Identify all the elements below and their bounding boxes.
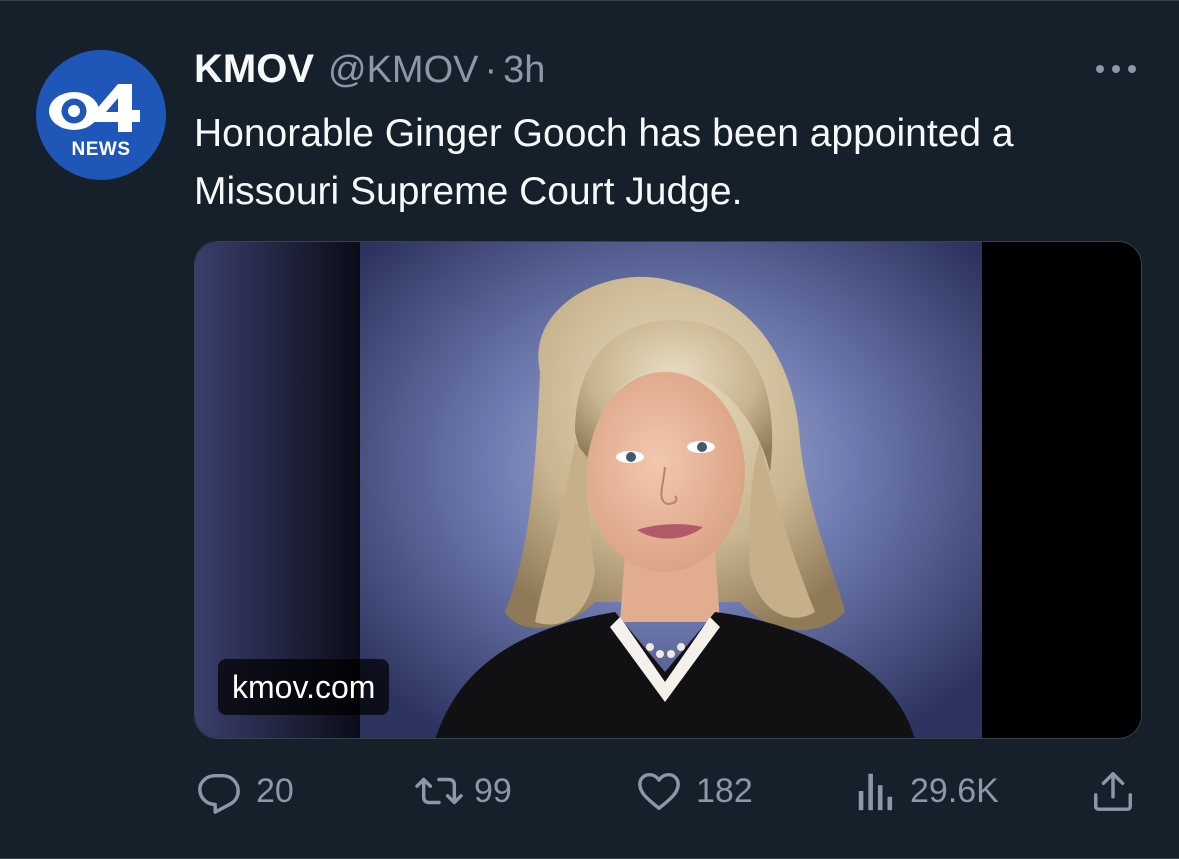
tweet-card[interactable]: NEWS KMOV @KMOV · 3h Honorable Ginger Go… (0, 0, 1179, 859)
avatar-caption: NEWS (71, 139, 131, 160)
like-button[interactable]: 182 (636, 761, 753, 821)
separator-dot: · (484, 49, 498, 91)
user-handle[interactable]: @KMOV (328, 49, 478, 92)
more-options-icon[interactable] (1092, 59, 1140, 79)
retweet-button[interactable]: 99 (414, 761, 512, 821)
tweet-header: KMOV @KMOV · 3h (194, 47, 545, 93)
timestamp[interactable]: 3h (503, 49, 545, 92)
views-button[interactable]: 29.6K (856, 761, 999, 821)
views-icon (856, 768, 896, 814)
tweet-text: Honorable Ginger Gooch has been appointe… (194, 112, 1014, 213)
avatar[interactable]: NEWS (36, 50, 166, 180)
link-domain-badge[interactable]: kmov.com (218, 659, 390, 715)
share-icon (1090, 768, 1136, 814)
like-count: 182 (696, 771, 753, 810)
action-bar: 20 99 182 29.6K (0, 761, 1179, 821)
share-button[interactable] (1090, 761, 1136, 821)
retweet-icon (414, 768, 464, 814)
reply-count: 20 (256, 771, 294, 810)
views-count: 29.6K (910, 771, 999, 810)
retweet-count: 99 (474, 771, 512, 810)
like-icon (636, 768, 682, 814)
display-name[interactable]: KMOV (194, 47, 314, 92)
reply-button[interactable]: 20 (196, 761, 294, 821)
reply-icon (196, 768, 242, 814)
